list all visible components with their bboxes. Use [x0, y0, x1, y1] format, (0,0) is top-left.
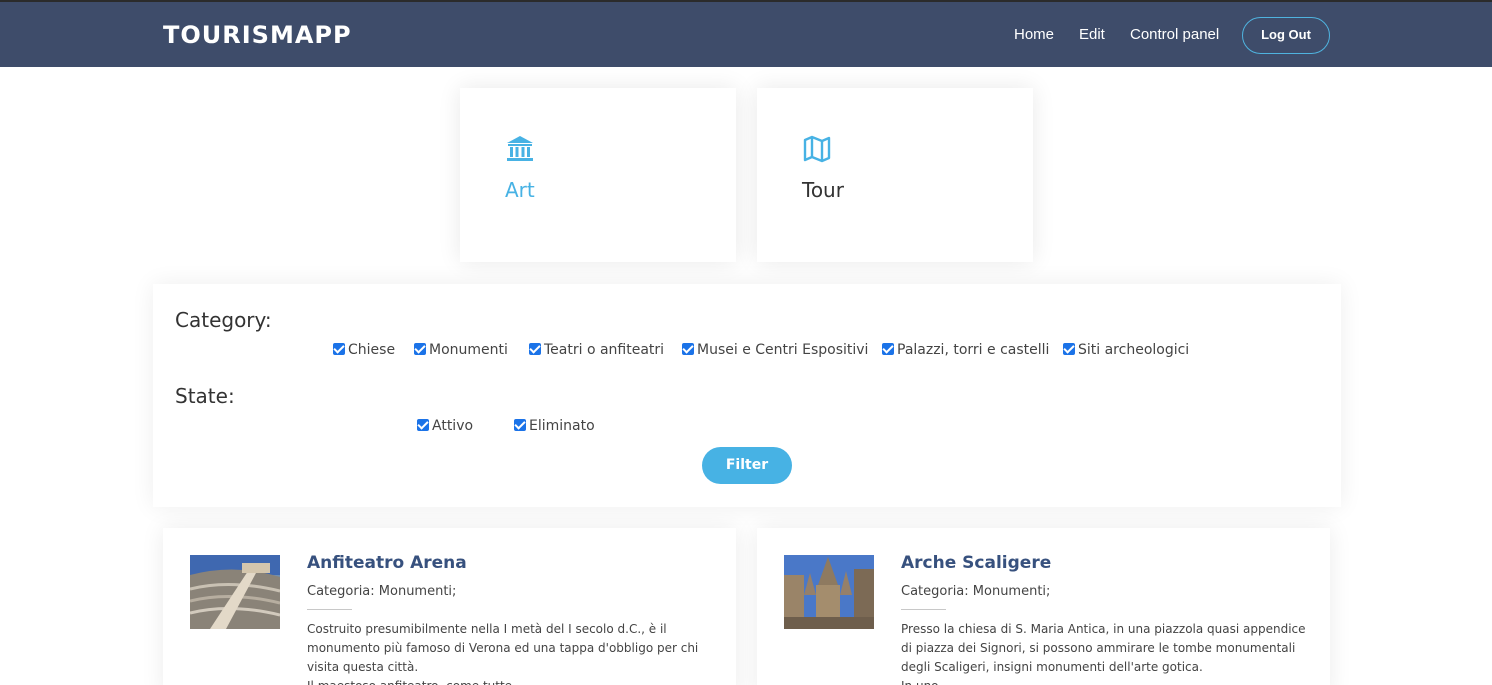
place-description: Costruito presumibilmente nella I metà d… — [307, 622, 699, 685]
category-checkbox-teatri[interactable]: Teatri o anfiteatri — [529, 342, 664, 358]
category-label: Category: — [175, 308, 272, 332]
brand-logo[interactable]: TOURISMAPP — [163, 21, 352, 49]
museum-icon — [507, 136, 533, 161]
place-card: Anfiteatro Arena Categoria: Monumenti; C… — [163, 528, 736, 685]
nav-control-panel-link[interactable]: Control panel — [1130, 26, 1219, 43]
state-checkbox-eliminato[interactable]: Eliminato — [514, 418, 595, 434]
checkbox-icon[interactable] — [417, 419, 429, 431]
arche-photo[interactable] — [784, 555, 874, 629]
checkbox-icon[interactable] — [333, 343, 345, 355]
checkbox-icon[interactable] — [414, 343, 426, 355]
filter-button[interactable]: Filter — [702, 447, 792, 484]
tile-art-label: Art — [505, 178, 535, 202]
category-checkbox-musei[interactable]: Musei e Centri Espositivi — [682, 342, 868, 358]
place-category: Categoria: Monumenti; — [307, 584, 457, 599]
place-category: Categoria: Monumenti; — [901, 584, 1051, 599]
category-checkbox-siti[interactable]: Siti archeologici — [1063, 342, 1189, 358]
checkbox-icon[interactable] — [682, 343, 694, 355]
nav-home-link[interactable]: Home — [1014, 26, 1054, 43]
state-checkbox-attivo[interactable]: Attivo — [417, 418, 473, 434]
tile-tour-label: Tour — [802, 178, 844, 202]
place-description: Presso la chiesa di S. Maria Antica, in … — [901, 622, 1306, 685]
place-card: Arche Scaligere Categoria: Monumenti; Pr… — [757, 528, 1330, 685]
logout-button[interactable]: Log Out — [1242, 17, 1330, 54]
nav-edit-link[interactable]: Edit — [1079, 26, 1105, 43]
top-navbar: TOURISMAPP Home Edit Control panel Log O… — [0, 0, 1492, 67]
checkbox-icon[interactable] — [514, 419, 526, 431]
place-title[interactable]: Anfiteatro Arena — [307, 553, 467, 573]
checkbox-icon[interactable] — [1063, 343, 1075, 355]
tile-art[interactable]: Art — [460, 88, 736, 262]
category-checkbox-palazzi[interactable]: Palazzi, torri e castelli — [882, 342, 1049, 358]
divider — [307, 609, 352, 610]
state-label: State: — [175, 384, 235, 408]
checkbox-icon[interactable] — [529, 343, 541, 355]
divider — [901, 609, 946, 610]
arena-photo[interactable] — [190, 555, 280, 629]
tile-tour[interactable]: Tour — [757, 88, 1033, 262]
filter-panel: Category: Chiese Monumenti Teatri o anfi… — [153, 284, 1341, 507]
map-icon — [803, 135, 831, 163]
category-checkbox-chiese[interactable]: Chiese — [333, 342, 395, 358]
place-title[interactable]: Arche Scaligere — [901, 553, 1051, 573]
category-checkbox-monumenti[interactable]: Monumenti — [414, 342, 508, 358]
checkbox-icon[interactable] — [882, 343, 894, 355]
